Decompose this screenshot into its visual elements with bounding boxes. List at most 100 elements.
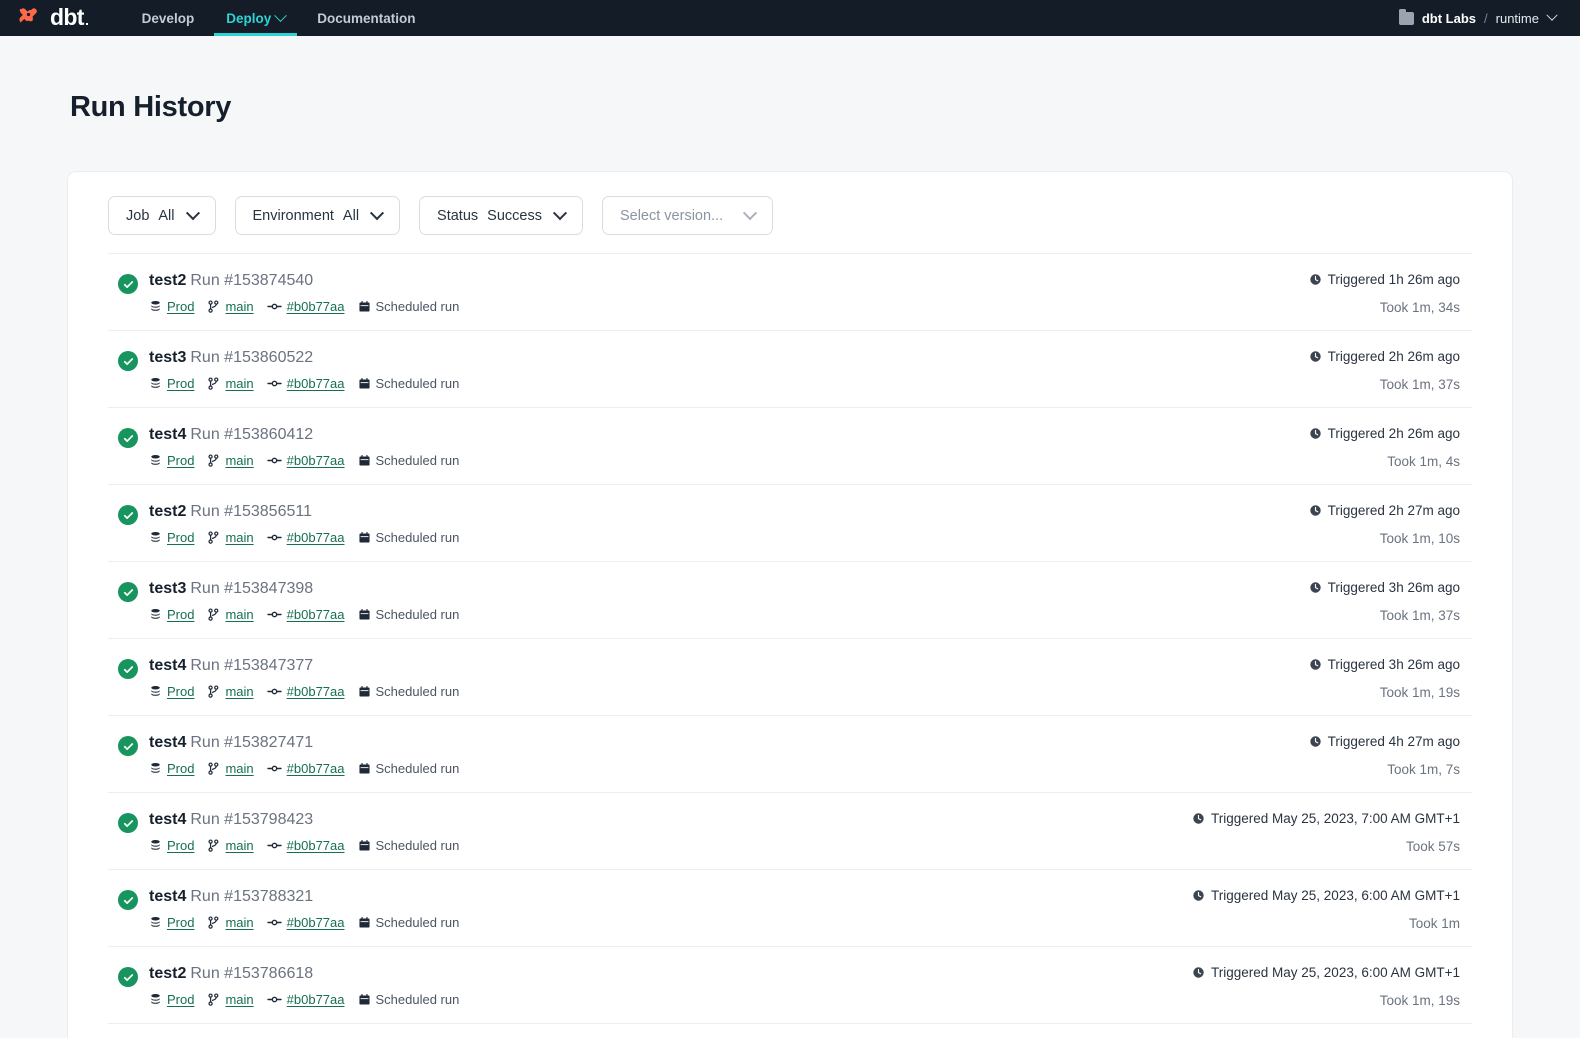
run-environment-link[interactable]: Prod — [167, 376, 194, 391]
run-list-item[interactable]: test4 Run #153788321 Prod main #b0b77aa … — [108, 869, 1472, 946]
run-commit-link[interactable]: #b0b77aa — [287, 376, 345, 391]
run-environment-link[interactable]: Prod — [167, 992, 194, 1007]
filter-environment[interactable]: Environment All — [234, 196, 401, 235]
database-icon — [151, 609, 160, 619]
account-project-switcher[interactable]: dbt Labs / runtime — [1398, 8, 1566, 26]
run-branch[interactable]: main — [207, 992, 254, 1007]
clock-icon — [1193, 813, 1204, 824]
run-environment[interactable]: Prod — [149, 915, 194, 930]
run-commit-link[interactable]: #b0b77aa — [287, 299, 345, 314]
run-environment-link[interactable]: Prod — [167, 453, 194, 468]
run-commit-link[interactable]: #b0b77aa — [287, 915, 345, 930]
run-id: #153847398 — [224, 580, 314, 597]
run-commit[interactable]: #b0b77aa — [266, 915, 345, 930]
run-branch[interactable]: main — [207, 376, 254, 391]
run-environment-link[interactable]: Prod — [167, 838, 194, 853]
run-branch-link[interactable]: main — [225, 530, 253, 545]
run-branch-link[interactable]: main — [225, 299, 253, 314]
nav-item-develop[interactable]: Develop — [126, 0, 211, 36]
run-trigger-type: Scheduled run — [358, 915, 459, 930]
run-commit-link[interactable]: #b0b77aa — [287, 992, 345, 1007]
run-title: test4 Run #153827471 — [149, 733, 459, 753]
run-branch[interactable]: main — [207, 607, 254, 622]
run-branch[interactable]: main — [207, 530, 254, 545]
run-environment-link[interactable]: Prod — [167, 607, 194, 622]
filter-job[interactable]: Job All — [108, 196, 216, 235]
run-branch-link[interactable]: main — [225, 684, 253, 699]
run-list-item[interactable]: test2 Run #153856511 Prod main #b0b77aa … — [108, 484, 1472, 561]
run-branch-link[interactable]: main — [225, 376, 253, 391]
run-environment-link[interactable]: Prod — [167, 915, 194, 930]
run-branch[interactable]: main — [207, 915, 254, 930]
run-trigger-type: Scheduled run — [358, 376, 459, 391]
filter-environment-label: Environment — [252, 207, 334, 224]
run-environment[interactable]: Prod — [149, 838, 194, 853]
run-environment[interactable]: Prod — [149, 299, 194, 314]
run-commit[interactable]: #b0b77aa — [266, 453, 345, 468]
run-commit-link[interactable]: #b0b77aa — [287, 684, 345, 699]
run-commit[interactable]: #b0b77aa — [266, 376, 345, 391]
run-branch-link[interactable]: main — [225, 838, 253, 853]
run-triggered-label: Triggered 2h 27m ago — [1327, 503, 1460, 518]
run-environment[interactable]: Prod — [149, 607, 194, 622]
run-title: test4 Run #153798423 — [149, 810, 459, 830]
run-metadata: Prod main #b0b77aa Scheduled run — [149, 915, 459, 930]
filter-version[interactable]: Select version... — [601, 196, 774, 235]
run-commit-link[interactable]: #b0b77aa — [287, 838, 345, 853]
run-commit-link[interactable]: #b0b77aa — [287, 607, 345, 622]
run-label: Run — [190, 811, 220, 828]
run-item-timing: Triggered 2h 27m ago Took 1m, 10s — [1309, 502, 1472, 546]
run-commit[interactable]: #b0b77aa — [266, 761, 345, 776]
run-list-item[interactable]: test4 Run #153860412 Prod main #b0b77aa … — [108, 407, 1472, 484]
run-branch[interactable]: main — [207, 453, 254, 468]
run-commit-link[interactable]: #b0b77aa — [287, 453, 345, 468]
run-environment[interactable]: Prod — [149, 992, 194, 1007]
run-commit[interactable]: #b0b77aa — [266, 838, 345, 853]
run-environment[interactable]: Prod — [149, 453, 194, 468]
run-branch-link[interactable]: main — [225, 915, 253, 930]
breadcrumb-separator: / — [1484, 10, 1488, 26]
run-list-item[interactable]: test4 Run #153827471 Prod main #b0b77aa … — [108, 715, 1472, 792]
run-environment[interactable]: Prod — [149, 376, 194, 391]
run-environment-link[interactable]: Prod — [167, 530, 194, 545]
run-commit[interactable]: #b0b77aa — [266, 607, 345, 622]
run-commit-link[interactable]: #b0b77aa — [287, 530, 345, 545]
run-list-item[interactable]: test4Run #153772764 Prod — [108, 1023, 1472, 1038]
run-environment-link[interactable]: Prod — [167, 299, 194, 314]
run-triggered-label: Triggered May 25, 2023, 6:00 AM GMT+1 — [1211, 965, 1460, 980]
run-environment[interactable]: Prod — [149, 761, 194, 776]
run-branch[interactable]: main — [207, 838, 254, 853]
run-title: test2 Run #153856511 — [149, 502, 459, 522]
run-branch[interactable]: main — [207, 761, 254, 776]
run-branch[interactable]: main — [207, 684, 254, 699]
run-commit[interactable]: #b0b77aa — [266, 684, 345, 699]
nav-item-deploy[interactable]: Deploy — [210, 0, 301, 36]
run-commit-link[interactable]: #b0b77aa — [287, 761, 345, 776]
nav-item-documentation[interactable]: Documentation — [301, 0, 431, 36]
run-list-item[interactable]: test3 Run #153847398 Prod main #b0b77aa … — [108, 561, 1472, 638]
git-branch-icon — [208, 839, 219, 852]
run-list-item[interactable]: test2 Run #153786618 Prod main #b0b77aa … — [108, 946, 1472, 1023]
run-branch-link[interactable]: main — [225, 607, 253, 622]
run-list-item[interactable]: test3 Run #153860522 Prod main #b0b77aa … — [108, 330, 1472, 407]
run-list-item[interactable]: test4 Run #153847377 Prod main #b0b77aa … — [108, 638, 1472, 715]
dbt-logo[interactable]: dbt — [18, 5, 88, 31]
run-branch-link[interactable]: main — [225, 761, 253, 776]
run-environment[interactable]: Prod — [149, 530, 194, 545]
run-list-item[interactable]: test2 Run #153874540 Prod main #b0b77aa … — [108, 253, 1472, 330]
run-trigger-type-label: Scheduled run — [375, 838, 460, 853]
run-label: Run — [190, 734, 220, 751]
run-list-item[interactable]: test4 Run #153798423 Prod main #b0b77aa … — [108, 792, 1472, 869]
run-branch-link[interactable]: main — [225, 453, 253, 468]
status-success-icon — [118, 967, 138, 987]
run-commit[interactable]: #b0b77aa — [266, 299, 345, 314]
run-environment-link[interactable]: Prod — [167, 684, 194, 699]
run-id: #153860412 — [224, 426, 314, 443]
run-environment[interactable]: Prod — [149, 684, 194, 699]
filter-status[interactable]: Status Success — [419, 196, 583, 235]
run-branch-link[interactable]: main — [225, 992, 253, 1007]
run-branch[interactable]: main — [207, 299, 254, 314]
run-environment-link[interactable]: Prod — [167, 761, 194, 776]
run-commit[interactable]: #b0b77aa — [266, 992, 345, 1007]
run-commit[interactable]: #b0b77aa — [266, 530, 345, 545]
